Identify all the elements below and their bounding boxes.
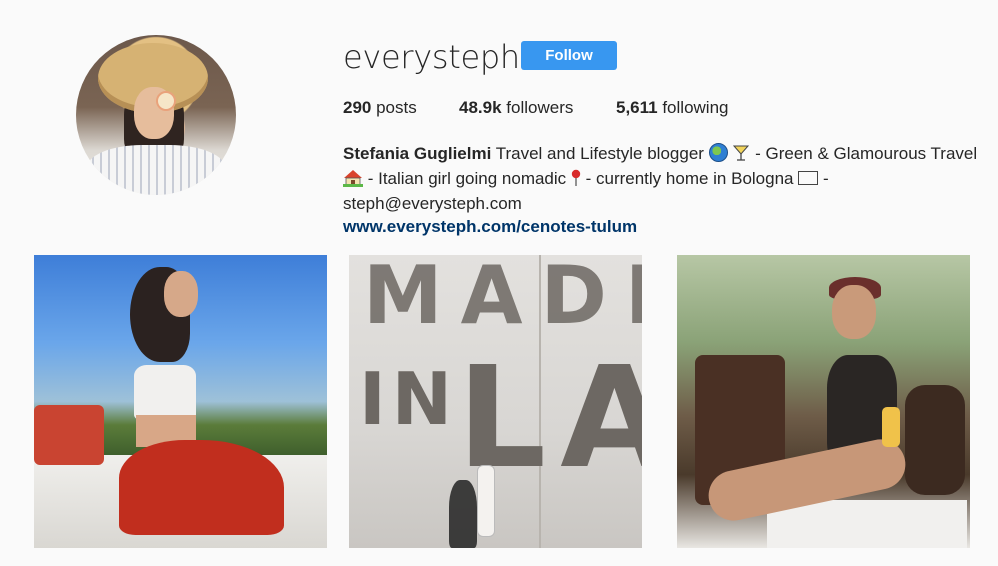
bench-armrest — [905, 385, 965, 495]
boat-cushion — [34, 405, 104, 465]
person-shadow — [449, 480, 477, 548]
profile-bio: Stefania Guglielmi Travel and Lifestyle … — [343, 141, 983, 216]
wall-text-made: MADE — [363, 255, 642, 342]
profile-website-link[interactable]: www.everysteph.com/cenotes-tulum — [343, 217, 637, 237]
pin-emoji-icon — [571, 169, 581, 186]
followers-count: 48.9k — [459, 98, 502, 117]
posts-stat[interactable]: 290 posts — [343, 98, 459, 118]
post-thumbnail-3[interactable] — [677, 255, 970, 548]
cocktail-emoji-icon — [733, 145, 750, 161]
bio-line1-text: Travel and Lifestyle blogger — [491, 144, 709, 163]
followers-stat[interactable]: 48.9k followers — [459, 98, 616, 118]
profile-stats: 290 posts 48.9k followers 5,611 followin… — [343, 98, 728, 118]
red-skirt — [119, 440, 284, 535]
envelope-emoji-icon — [798, 171, 819, 185]
bio-line1-tail: - Green & Glamourous Travel — [750, 144, 978, 163]
post-thumbnail-1[interactable] — [34, 255, 327, 548]
followers-label: followers — [501, 98, 574, 117]
following-count: 5,611 — [616, 98, 658, 117]
person-figure — [477, 465, 495, 537]
bio-line2-mid: - currently home in Bologna — [580, 169, 799, 188]
posts-count: 290 — [343, 98, 372, 117]
following-stat[interactable]: 5,611 following — [616, 98, 728, 118]
post-thumbnail-2[interactable]: MADE IN LA — [349, 255, 642, 548]
follow-button[interactable]: Follow — [521, 41, 617, 70]
woman-head — [832, 285, 876, 339]
woman-head — [164, 271, 198, 317]
house-emoji-icon — [343, 170, 363, 187]
bio-line2-tail: - — [818, 169, 829, 188]
following-label: following — [657, 98, 729, 117]
bio-line2-text: - Italian girl going nomadic — [363, 169, 571, 188]
globe-emoji-icon — [708, 143, 728, 162]
avatar-shirt — [86, 145, 226, 195]
bio-email: steph@everysteph.com — [343, 194, 522, 213]
juice-bottle — [882, 407, 900, 447]
bio-full-name: Stefania Guglielmi — [343, 144, 492, 163]
profile-avatar[interactable] — [76, 35, 236, 195]
avatar-fruit — [156, 91, 176, 111]
woman-top — [134, 365, 196, 420]
wall-text-in: IN — [359, 357, 459, 441]
posts-label: posts — [371, 98, 417, 117]
profile-username: everysteph — [343, 38, 520, 76]
